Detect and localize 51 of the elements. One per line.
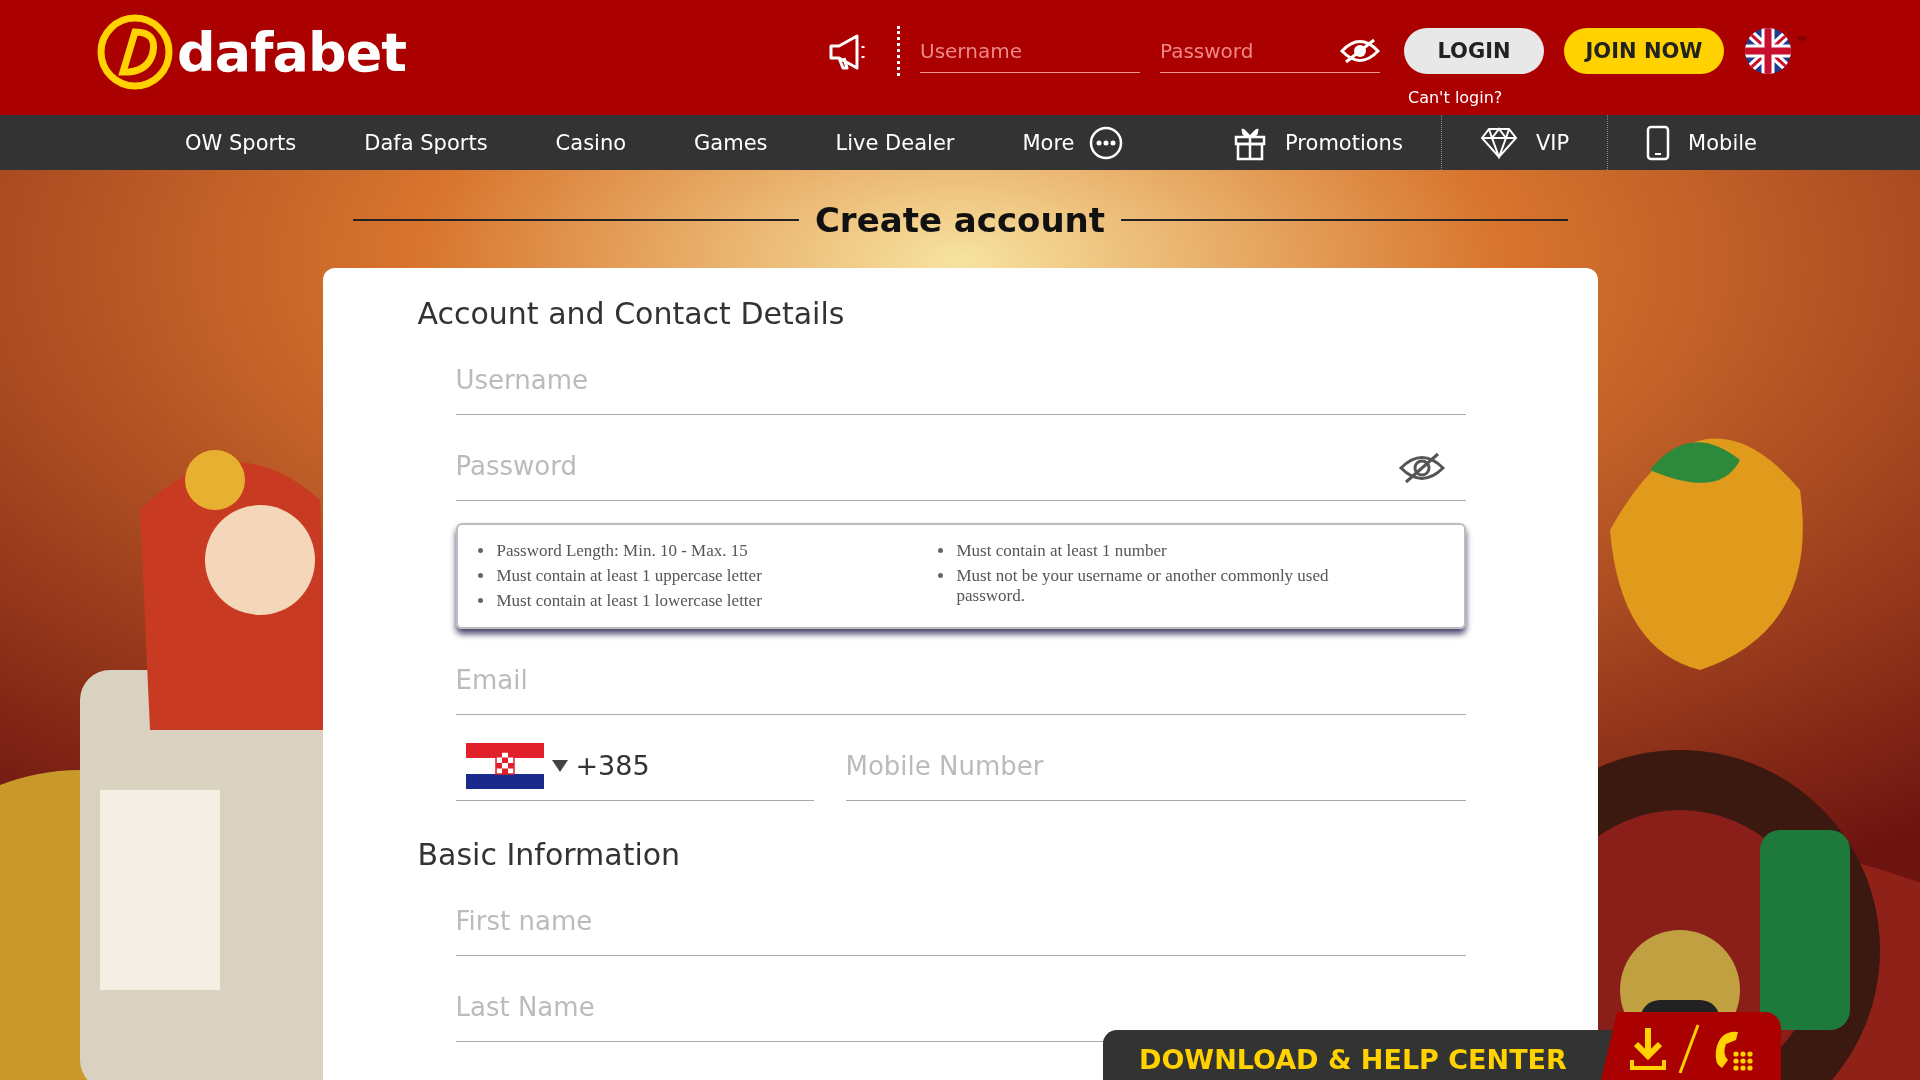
rule-text: Must contain at least 1 number — [956, 541, 1167, 561]
nav-item[interactable]: Promotions — [1195, 124, 1441, 161]
logo-text[interactable]: dafabet — [177, 20, 407, 84]
bullet-icon — [477, 548, 483, 553]
more-icon — [1088, 125, 1123, 160]
nav-item[interactable]: Mobile — [1608, 124, 1795, 161]
bullet-icon — [937, 548, 943, 553]
username-field[interactable]: Username — [455, 345, 1466, 415]
rule-text: Must not be your username or another commonly used password. — [956, 566, 1330, 606]
nav-label: VIP — [1535, 130, 1570, 155]
slash-icon — [1678, 1023, 1700, 1075]
nav-item[interactable]: OW Sports — [185, 130, 297, 155]
mobile-number-field[interactable]: Mobile Number — [845, 731, 1466, 801]
password-field[interactable]: Password — [1160, 29, 1380, 73]
section-heading: Basic Information — [417, 837, 682, 872]
bullet-icon — [477, 573, 483, 578]
croatia-flag-icon — [465, 742, 544, 789]
email-field[interactable]: Email — [455, 645, 1466, 715]
rule-text: Password Length: Min. 10 - Max. 15 — [496, 541, 748, 561]
nav-item[interactable]: Dafa Sports — [364, 130, 488, 155]
page-title: Create account — [814, 200, 1106, 240]
nav-label: Promotions — [1285, 130, 1403, 155]
more-menu[interactable]: More — [1022, 125, 1123, 160]
username-field[interactable]: Username — [920, 29, 1140, 73]
bullet-icon — [937, 573, 943, 578]
nav-item[interactable]: Live Dealer — [835, 130, 955, 155]
language-flag-icon[interactable] — [1744, 26, 1810, 76]
mobile-phone-icon — [1646, 124, 1671, 161]
country-code-select[interactable]: +385 — [455, 731, 814, 801]
diamond-icon — [1479, 126, 1518, 159]
password-field[interactable]: Password — [455, 431, 1466, 501]
section-heading: Account and Contact Details — [417, 296, 846, 331]
cant-login-link[interactable]: Can't login? — [1408, 88, 1810, 107]
country-code: +385 — [575, 750, 650, 781]
login-button[interactable]: LOGIN — [1404, 28, 1544, 74]
rule-text: Must contain at least 1 lowercase letter — [496, 591, 762, 611]
nav-item[interactable]: Casino — [555, 130, 627, 155]
first-name-field[interactable]: First name — [455, 886, 1466, 956]
download-icon — [1628, 1026, 1668, 1072]
nav-item[interactable]: VIP — [1441, 126, 1608, 159]
eye-slash-icon[interactable] — [1340, 38, 1380, 64]
help-center-button[interactable]: DOWNLOAD & HELP CENTER — [1103, 1030, 1613, 1080]
nav-item[interactable]: Games — [694, 130, 768, 155]
rule-text: Must contain at least 1 uppercase letter — [496, 566, 762, 586]
help-tab[interactable] — [1601, 1012, 1781, 1080]
join-now-button[interactable]: JOIN NOW — [1564, 28, 1724, 74]
bullet-icon — [477, 598, 483, 603]
nav-label: Mobile — [1688, 130, 1757, 155]
eye-slash-icon[interactable] — [1397, 451, 1446, 485]
logo-icon — [95, 14, 175, 90]
dropdown-caret-icon — [551, 759, 568, 772]
